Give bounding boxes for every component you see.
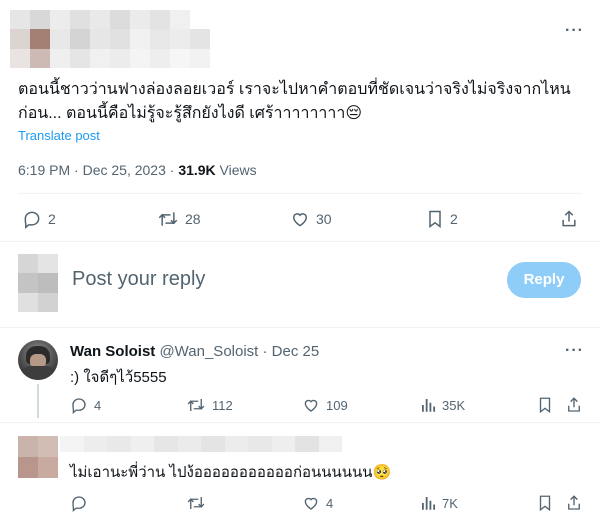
repost-count: 28	[185, 211, 201, 227]
like-count: 109	[326, 397, 348, 413]
reply-text: :) ใจดีๆไว้5555	[70, 369, 167, 386]
reply-header: Wan Soloist @Wan_Soloist · Dec 25	[70, 343, 319, 360]
reply-icon	[70, 494, 88, 512]
like-action[interactable]: 109	[302, 396, 348, 414]
repost-action[interactable]: 28	[157, 209, 201, 229]
repost-action[interactable]	[186, 494, 212, 512]
tweet-text-line2: ก่อน... ตอนนี้คือไม่รู้จะรู้สึกยังไงดี เ…	[18, 105, 346, 122]
repost-action[interactable]: 112	[186, 396, 233, 414]
bookmark-icon	[537, 494, 553, 512]
views-label: Views	[215, 162, 257, 178]
author-name-pixelated[interactable]	[60, 436, 342, 452]
tweet-text-line1: ตอนนี้ชาวว่านฟางล่องลอยเวอร์ เราจะไปหาคำ…	[18, 81, 571, 98]
display-name[interactable]: Wan Soloist	[70, 343, 155, 360]
repost-icon	[186, 494, 206, 512]
views-count: 7K	[442, 495, 458, 511]
share-icon	[566, 396, 582, 414]
like-count: 30	[316, 211, 332, 227]
repost-count: 112	[212, 397, 233, 413]
avatar-pixelated[interactable]	[18, 436, 58, 478]
more-icon[interactable]: ···	[565, 342, 584, 360]
bookmark-action[interactable]	[537, 396, 559, 414]
reply-button[interactable]: Reply	[507, 262, 581, 298]
views-count: 31.9K	[178, 162, 216, 178]
tweet-time[interactable]: 6:19 PM · Dec 25, 2023 ·	[18, 162, 178, 178]
share-icon	[560, 209, 578, 229]
reply-count: 4	[94, 397, 102, 413]
divider	[0, 327, 600, 328]
like-icon	[302, 396, 320, 414]
more-icon[interactable]: ···	[565, 22, 584, 40]
bookmark-action[interactable]	[537, 494, 559, 512]
views-icon	[420, 396, 436, 414]
tweet-timestamp: 6:19 PM · Dec 25, 2023 · 31.9K Views	[18, 162, 257, 178]
share-action[interactable]	[566, 396, 588, 414]
reply-text-body: ไม่เอานะพี่ว่าน ไปง้อออออออออออก่อนนนนนน	[70, 464, 373, 481]
reply-text: ไม่เอานะพี่ว่าน ไปง้อออออออออออก่อนนนนนน…	[70, 460, 391, 484]
translate-post-link[interactable]: Translate post	[18, 128, 100, 143]
views-icon	[420, 494, 436, 512]
views-action[interactable]: 7K	[420, 494, 458, 512]
reply-icon	[22, 209, 42, 229]
repost-icon	[157, 209, 179, 229]
like-icon	[302, 494, 320, 512]
views-action[interactable]: 35K	[420, 396, 465, 414]
reply-action[interactable]: 2	[22, 209, 56, 229]
like-action[interactable]: 30	[290, 209, 332, 229]
bookmark-icon	[426, 209, 444, 229]
reply-action[interactable]	[70, 494, 94, 512]
sad-emoji: 😔	[345, 105, 363, 122]
reply-icon	[70, 396, 88, 414]
thread-line	[37, 384, 39, 418]
like-icon	[290, 209, 310, 229]
divider	[18, 193, 582, 194]
reply-input[interactable]: Post your reply	[72, 268, 205, 291]
bookmark-icon	[537, 396, 553, 414]
bookmark-action[interactable]: 2	[426, 209, 458, 229]
reply-action[interactable]: 4	[70, 396, 101, 414]
reply-date[interactable]: · Dec 25	[263, 343, 320, 360]
current-user-avatar[interactable]	[18, 254, 58, 312]
views-count: 35K	[442, 397, 466, 413]
avatar[interactable]	[18, 340, 58, 380]
tweet-text: ตอนนี้ชาวว่านฟางล่องลอยเวอร์ เราจะไปหาคำ…	[18, 78, 588, 126]
author-avatar-pixelated[interactable]	[10, 10, 210, 68]
share-action[interactable]	[566, 494, 588, 512]
like-count: 4	[326, 495, 334, 511]
repost-icon	[186, 396, 206, 414]
bookmark-count: 2	[450, 211, 458, 227]
pleading-emoji: 🥺	[372, 464, 392, 481]
share-icon	[566, 494, 582, 512]
share-action[interactable]	[560, 209, 584, 229]
reply-count: 2	[48, 211, 56, 227]
divider	[0, 422, 600, 423]
divider	[0, 241, 600, 242]
like-action[interactable]: 4	[302, 494, 333, 512]
user-handle[interactable]: @Wan_Soloist	[159, 343, 258, 360]
